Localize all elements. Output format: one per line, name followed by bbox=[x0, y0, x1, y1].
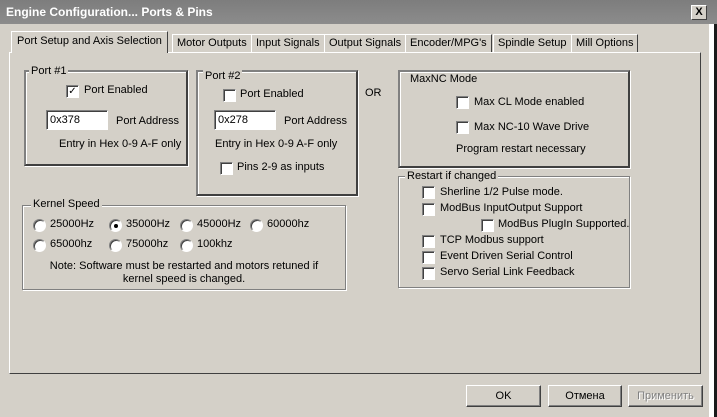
window-title: Engine Configuration... Ports & Pins bbox=[6, 5, 213, 19]
apply-button[interactable]: Применить bbox=[628, 385, 703, 407]
kernel-label-35000: 35000Hz bbox=[126, 218, 171, 230]
tab-spindle-setup[interactable]: Spindle Setup bbox=[493, 34, 572, 52]
kernel-radio-35000[interactable] bbox=[109, 219, 122, 232]
kernel-note-line2: kernel speed is changed. bbox=[122, 273, 246, 285]
tab-output-signals[interactable]: Output Signals bbox=[324, 34, 407, 52]
kernel-radio-60000[interactable] bbox=[250, 219, 263, 232]
tcp-modbus-checkbox[interactable] bbox=[422, 235, 435, 248]
servo-serial-label: Servo Serial Link Feedback bbox=[440, 266, 575, 278]
port2-enabled-checkbox[interactable] bbox=[223, 89, 236, 102]
kernel-radio-65000[interactable] bbox=[33, 239, 46, 252]
max-nc10-wave-label: Max NC-10 Wave Drive bbox=[474, 121, 590, 133]
pins-as-inputs-checkbox[interactable] bbox=[220, 162, 233, 175]
kernel-note-line1: Note: Software must be restarted and mot… bbox=[49, 260, 319, 272]
kernel-label-75000: 75000hz bbox=[126, 238, 169, 250]
tab-motor-outputs[interactable]: Motor Outputs bbox=[172, 34, 252, 52]
radio-selected-dot bbox=[114, 224, 118, 228]
event-serial-label: Event Driven Serial Control bbox=[440, 250, 573, 262]
event-serial-checkbox[interactable] bbox=[422, 251, 435, 264]
modbus-io-checkbox[interactable] bbox=[422, 203, 435, 216]
sherline-checkbox[interactable] bbox=[422, 186, 435, 199]
tab-port-setup[interactable]: Port Setup and Axis Selection bbox=[11, 31, 168, 53]
modbus-plugin-label: ModBus PlugIn Supported. bbox=[498, 218, 630, 230]
port1-address-label: Port Address bbox=[116, 115, 179, 127]
port2-hint: Entry in Hex 0-9 A-F only bbox=[215, 138, 338, 150]
kernel-label-100k: 100khz bbox=[197, 238, 233, 250]
title-bar: Engine Configuration... Ports & Pins X bbox=[0, 0, 717, 24]
kernel-radio-75000[interactable] bbox=[109, 239, 122, 252]
sherline-label: Sherline 1/2 Pulse mode. bbox=[440, 186, 563, 198]
tab-mill-options[interactable]: Mill Options bbox=[571, 34, 639, 52]
close-button[interactable]: X bbox=[691, 5, 707, 20]
modbus-plugin-checkbox[interactable] bbox=[481, 219, 494, 232]
tab-encoder-mpg[interactable]: Encoder/MPG's bbox=[405, 34, 492, 52]
ok-button[interactable]: OK bbox=[466, 385, 541, 407]
port1-enabled-label: Port Enabled bbox=[84, 84, 148, 96]
kernel-label-65000: 65000hz bbox=[50, 238, 93, 250]
kernel-label-25000: 25000Hz bbox=[50, 218, 95, 230]
kernel-speed-title: Kernel Speed bbox=[31, 198, 102, 210]
port2-title: Port #2 bbox=[203, 70, 243, 82]
port1-title: Port #1 bbox=[29, 65, 69, 77]
or-label: OR bbox=[365, 87, 382, 99]
kernel-radio-25000[interactable] bbox=[33, 219, 46, 232]
kernel-label-60000: 60000hz bbox=[267, 218, 310, 230]
cancel-button[interactable]: Отмена bbox=[548, 385, 622, 407]
port2-enabled-label: Port Enabled bbox=[240, 88, 304, 100]
servo-serial-checkbox[interactable] bbox=[422, 267, 435, 280]
restart-title: Restart if changed bbox=[405, 170, 499, 182]
port1-hint: Entry in Hex 0-9 A-F only bbox=[59, 138, 182, 150]
port1-enabled-checkbox[interactable]: ✓ bbox=[66, 85, 79, 98]
tab-input-signals[interactable]: Input Signals bbox=[251, 34, 325, 52]
pins-as-inputs-label: Pins 2-9 as inputs bbox=[237, 161, 325, 173]
tcp-modbus-label: TCP Modbus support bbox=[440, 234, 544, 246]
maxnc-title: MaxNC Mode bbox=[408, 73, 480, 85]
port2-address-input[interactable] bbox=[214, 110, 276, 130]
port1-address-input[interactable] bbox=[46, 110, 108, 130]
kernel-radio-100k[interactable] bbox=[180, 239, 193, 252]
kernel-label-45000: 45000Hz bbox=[197, 218, 242, 230]
port2-address-label: Port Address bbox=[284, 115, 347, 127]
max-cl-mode-label: Max CL Mode enabled bbox=[474, 96, 585, 108]
maxnc-note: Program restart necessary bbox=[456, 143, 586, 155]
max-nc10-wave-checkbox[interactable] bbox=[456, 121, 469, 134]
kernel-radio-45000[interactable] bbox=[180, 219, 193, 232]
max-cl-mode-checkbox[interactable] bbox=[456, 96, 469, 109]
modbus-io-label: ModBus InputOutput Support bbox=[440, 202, 583, 214]
